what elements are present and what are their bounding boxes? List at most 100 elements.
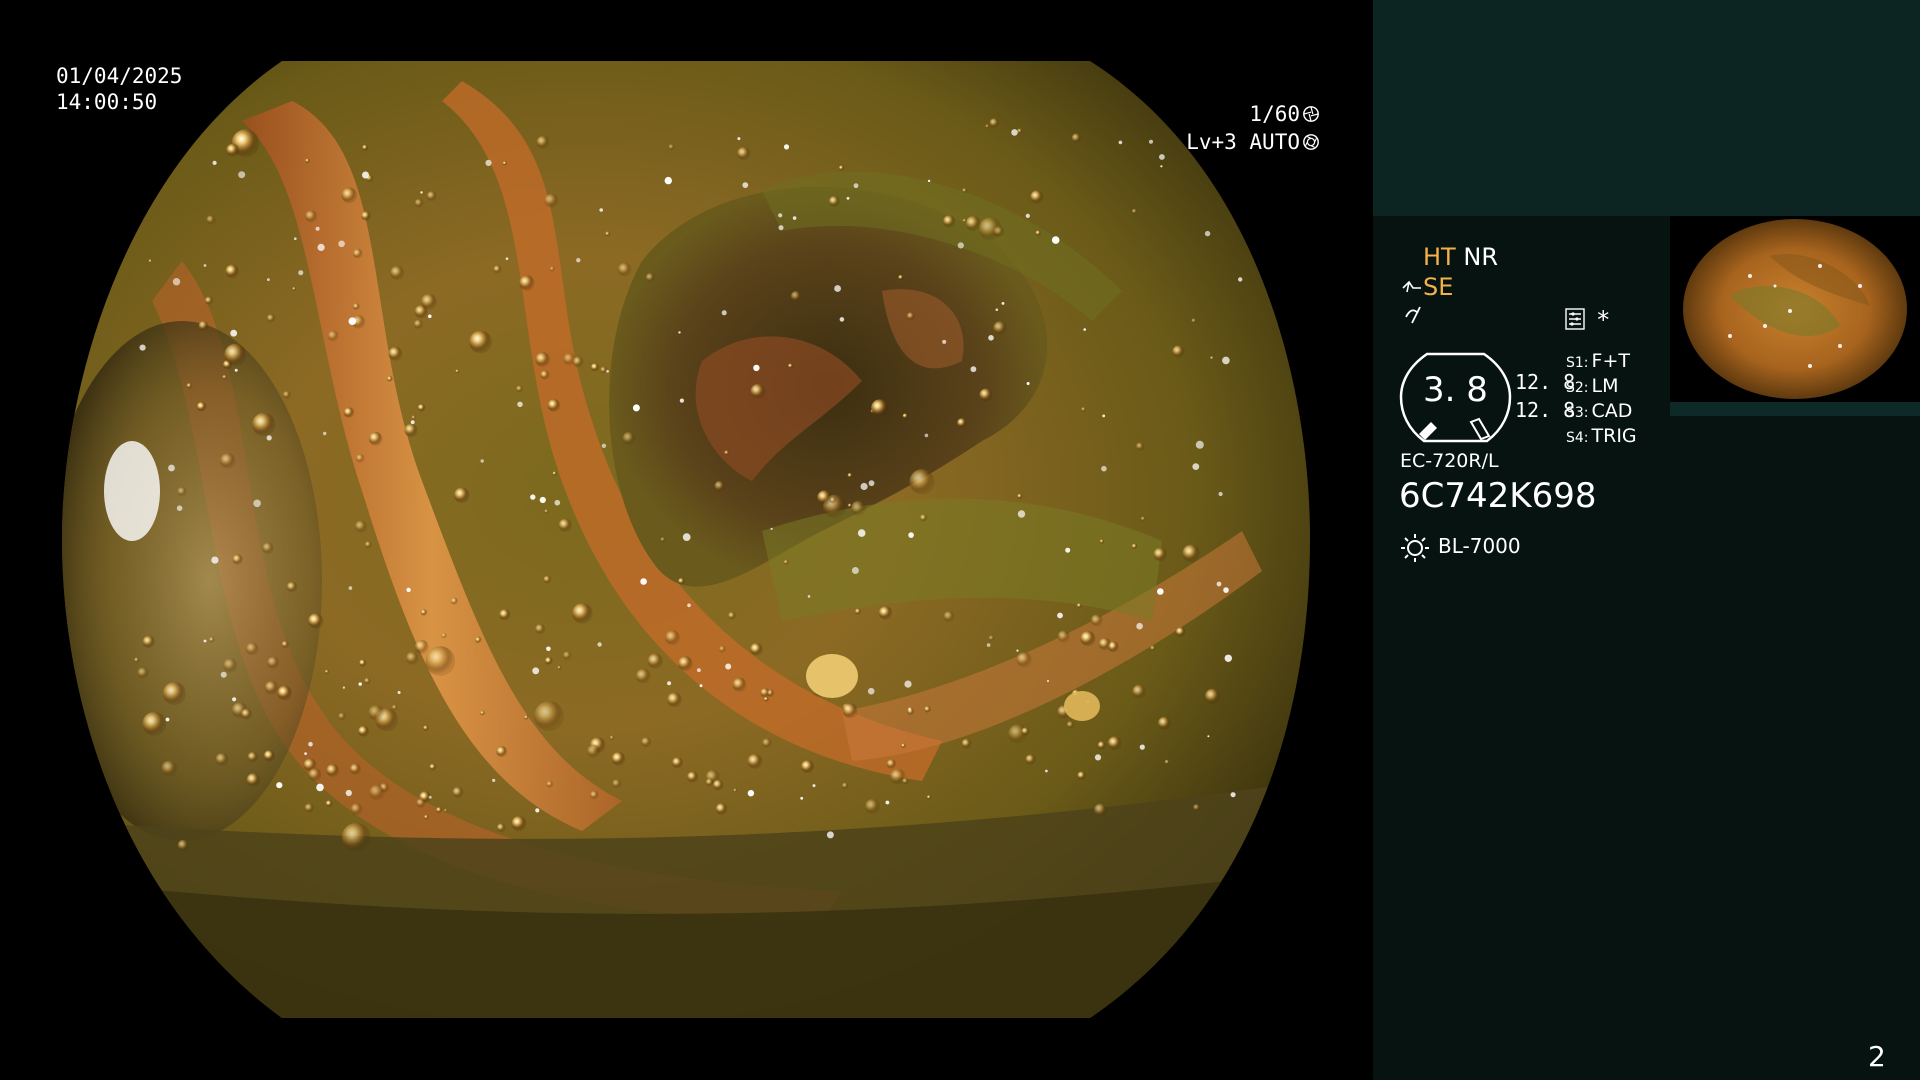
switch-key: S1:	[1566, 355, 1589, 371]
endoscope-image	[62, 61, 1310, 1018]
bubble	[828, 196, 840, 207]
specular-highlight	[1204, 230, 1211, 237]
specular-highlight	[1157, 588, 1164, 595]
specular-highlight	[220, 671, 227, 678]
specular-highlight	[753, 364, 760, 372]
bubble	[223, 658, 238, 673]
bubble	[965, 216, 981, 231]
bubble	[906, 312, 916, 321]
bubble	[1131, 208, 1138, 215]
bubble	[747, 754, 763, 769]
specular-highlight	[420, 191, 423, 194]
bubble	[851, 500, 866, 516]
bubble	[420, 609, 428, 616]
bubble	[871, 399, 889, 417]
specular-highlight	[1139, 744, 1145, 750]
specular-highlight	[203, 639, 207, 643]
bubble	[783, 559, 789, 565]
specular-highlight	[539, 496, 546, 504]
bubble	[924, 706, 932, 713]
specular-highlight	[172, 278, 181, 286]
specular-highlight	[316, 783, 324, 792]
specular-highlight	[800, 796, 804, 800]
bubble	[943, 215, 956, 228]
bubble	[705, 778, 714, 787]
bubble	[587, 744, 601, 758]
bubble	[988, 635, 995, 642]
brightness-label: Lv+3 AUTO	[1186, 130, 1300, 154]
bubble	[600, 366, 608, 374]
bubble	[305, 158, 310, 164]
bubble	[267, 656, 280, 669]
specular-highlight	[868, 480, 875, 487]
bubble	[750, 643, 763, 656]
bubble	[493, 265, 502, 274]
specular-highlight	[576, 258, 581, 263]
specular-highlight	[737, 137, 741, 141]
shutter-label: 1/60	[1249, 102, 1300, 126]
bubble	[469, 330, 492, 354]
bubble	[162, 682, 186, 705]
bubble	[341, 187, 358, 204]
bubble	[549, 266, 556, 272]
switch-value: F+T	[1591, 350, 1630, 372]
bubble	[304, 803, 315, 813]
bubble	[1191, 318, 1197, 324]
bubble	[196, 401, 207, 412]
bubble	[1090, 614, 1103, 627]
bubble	[355, 520, 368, 533]
bubble	[790, 291, 802, 302]
bubble	[1175, 627, 1186, 637]
bubble	[1140, 516, 1146, 522]
specular-highlight	[747, 790, 755, 797]
bubble	[737, 147, 751, 161]
switch-key: S4:	[1566, 430, 1589, 446]
page-number: 2	[1868, 1040, 1886, 1073]
specular-highlight	[904, 680, 912, 688]
bubble	[762, 738, 772, 749]
brightness-row: Lv+3 AUTO	[1180, 128, 1320, 156]
bubble	[414, 198, 424, 208]
bubble	[1153, 547, 1167, 562]
bubble	[338, 712, 346, 721]
bubble	[847, 503, 853, 508]
shutter-row: 1/60	[1180, 100, 1320, 128]
bubble	[1066, 721, 1075, 729]
bubble	[1035, 230, 1042, 236]
bubble	[349, 763, 361, 775]
bubble	[1132, 684, 1147, 699]
specular-highlight	[986, 643, 991, 647]
capture-thumbnail[interactable]	[1670, 216, 1920, 402]
specular-highlight	[238, 171, 246, 179]
bubble	[390, 265, 405, 280]
switch-s1: S1: F+T	[1566, 348, 1630, 376]
light-source-icon	[1401, 534, 1429, 562]
specular-highlight	[778, 213, 783, 218]
specular-highlight	[970, 366, 977, 373]
specular-highlight	[168, 464, 175, 472]
bubble	[524, 715, 529, 720]
bubble	[543, 575, 552, 584]
bubble	[455, 369, 460, 374]
specular-highlight	[230, 329, 238, 337]
specular-highlight	[505, 257, 509, 260]
switch-s2: S2: LM	[1566, 373, 1619, 401]
bubble	[1016, 652, 1032, 668]
bubble	[1030, 190, 1044, 204]
bubble	[989, 118, 1000, 128]
bubble	[732, 677, 747, 692]
bubble	[1071, 133, 1082, 143]
bubble	[1158, 716, 1171, 730]
bubble	[993, 321, 1007, 335]
bubble	[414, 640, 429, 655]
specular-highlight	[308, 741, 313, 747]
bubble	[425, 646, 456, 676]
bubble	[426, 191, 437, 202]
specular-highlight	[139, 344, 146, 351]
specular-highlight	[1102, 414, 1106, 418]
specular-highlight	[276, 782, 283, 789]
bubble	[1081, 407, 1087, 412]
specular-highlight	[1167, 120, 1172, 125]
bubble	[572, 603, 593, 624]
specular-highlight	[176, 505, 183, 512]
